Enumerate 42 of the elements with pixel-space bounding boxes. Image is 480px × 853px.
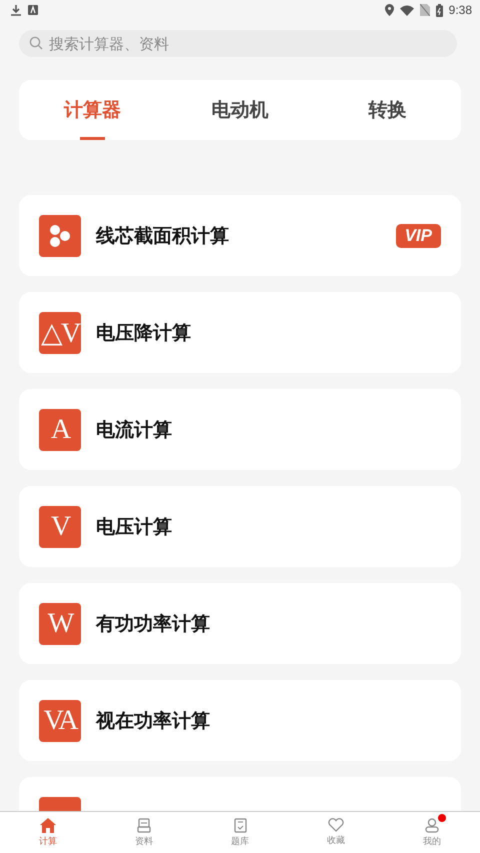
nav-item[interactable]: 题库: [192, 812, 288, 853]
dots-icon: [39, 214, 81, 256]
calculator-card[interactable]: A 电流计算: [19, 389, 461, 470]
home-icon: [40, 818, 56, 832]
download-icon: [10, 4, 22, 16]
unit-icon: A: [39, 408, 81, 450]
unit-icon: VA: [39, 700, 81, 742]
app-notification-icon: [28, 5, 38, 15]
calculator-title: 视在功率计算: [96, 708, 211, 734]
calculator-card[interactable]: 线芯截面积计算 VIP: [19, 195, 461, 276]
search-icon: [29, 36, 43, 50]
calculator-title: 线芯截面积计算: [96, 224, 230, 248]
checklist-icon: [234, 818, 246, 832]
vip-badge: VIP: [396, 224, 441, 248]
nav-item[interactable]: 收藏: [288, 812, 384, 853]
tab[interactable]: 电动机: [211, 97, 268, 123]
calculator-title: 电压计算: [96, 514, 173, 540]
nav-item[interactable]: 资料: [96, 812, 192, 853]
tab-indicator: [80, 137, 106, 140]
tab[interactable]: 计算器: [64, 97, 122, 123]
calculator-card[interactable]: W 有功功率计算: [19, 583, 461, 664]
calculator-card[interactable]: V 电压计算: [19, 486, 461, 567]
search-field[interactable]: 搜索计算器、资料: [19, 30, 457, 57]
nav-item[interactable]: 我的: [384, 812, 480, 853]
user-icon: [425, 818, 439, 832]
heart-icon: [328, 818, 344, 832]
wifi-icon: [400, 4, 414, 16]
unit-icon: V: [39, 506, 81, 548]
calculator-card[interactable]: △V 电压降计算: [19, 292, 461, 373]
document-icon: [137, 818, 151, 832]
calculator-title: 电压降计算: [96, 320, 192, 346]
tab[interactable]: 转换: [368, 97, 406, 123]
no-sim-icon: [420, 4, 430, 16]
nav-item[interactable]: 计算: [0, 812, 96, 853]
unit-icon: W: [39, 602, 81, 644]
calculator-card[interactable]: VA 视在功率计算: [19, 680, 461, 761]
location-icon: [384, 4, 394, 16]
calculator-title: 有功功率计算: [96, 612, 211, 636]
clock: 9:38: [448, 3, 472, 17]
unit-icon: △V: [39, 312, 81, 354]
battery-icon: [436, 4, 443, 16]
calculator-title: 电流计算: [96, 418, 173, 442]
